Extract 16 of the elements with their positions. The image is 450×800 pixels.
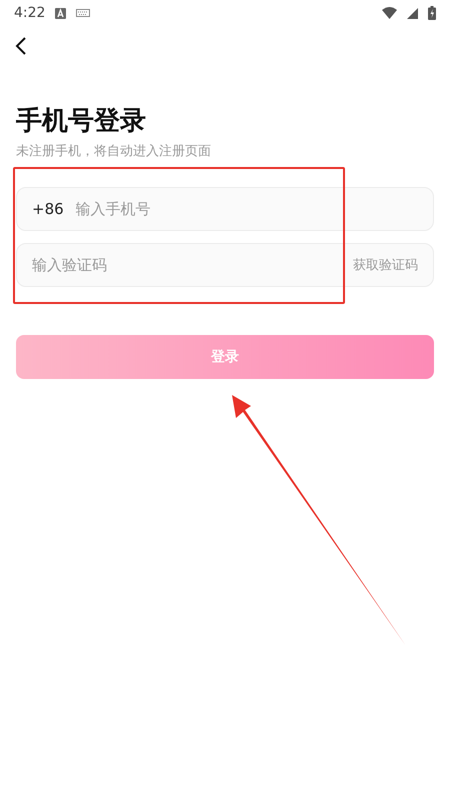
country-code[interactable]: +86 bbox=[32, 200, 64, 218]
notification-icon bbox=[55, 8, 66, 18]
battery-icon bbox=[428, 6, 436, 20]
status-time: 4:22 bbox=[14, 5, 46, 21]
code-field[interactable]: 输入验证码 获取验证码 bbox=[16, 243, 434, 287]
back-icon[interactable] bbox=[14, 36, 28, 56]
wifi-icon bbox=[382, 7, 397, 19]
page-title: 手机号登录 bbox=[16, 105, 147, 138]
phone-field[interactable]: +86 输入手机号 bbox=[16, 187, 434, 231]
phone-input[interactable]: 输入手机号 bbox=[76, 200, 418, 218]
login-button[interactable]: 登录 bbox=[16, 335, 434, 379]
page-subtitle: 未注册手机，将自动进入注册页面 bbox=[16, 143, 212, 160]
signal-icon bbox=[407, 8, 418, 18]
keyboard-icon bbox=[76, 9, 90, 17]
get-code-link[interactable]: 获取验证码 bbox=[353, 256, 418, 274]
code-input[interactable]: 输入验证码 bbox=[32, 256, 341, 274]
